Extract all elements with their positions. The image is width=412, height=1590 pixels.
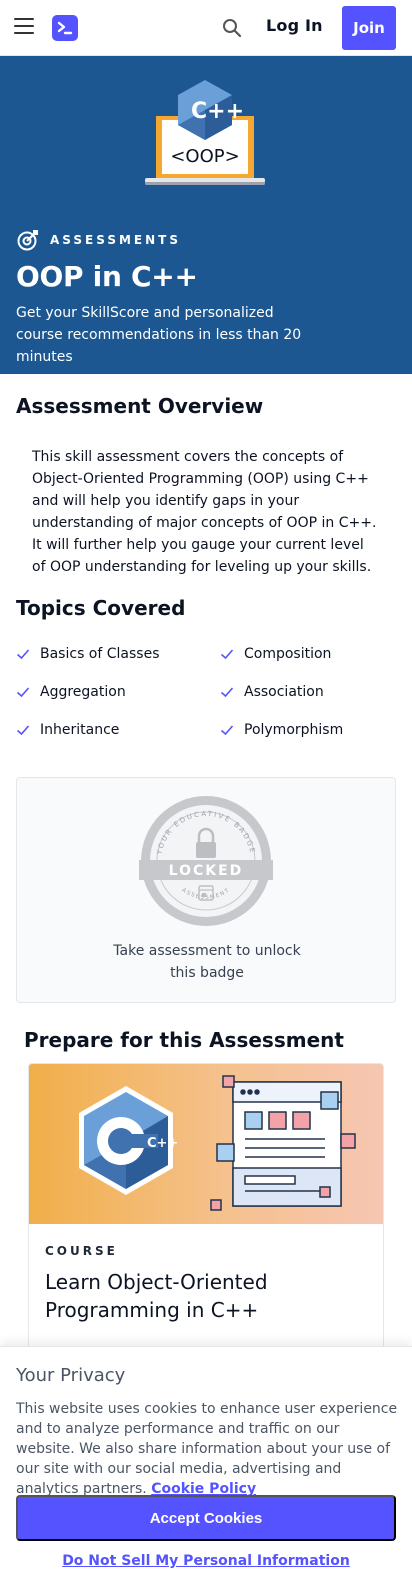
oop-illustration-label: <OOP>	[170, 146, 239, 167]
privacy-banner: Your Privacy This website uses cookies t…	[0, 1346, 412, 1590]
course-logo-text: C++	[147, 1136, 178, 1151]
oop-laptop-illustration: C++ <OOP>	[145, 80, 265, 185]
cpp-logo-text: C++	[191, 99, 244, 124]
assessments-tag: ASSESSMENTS	[16, 228, 181, 252]
privacy-text: This website uses cookies to enhance use…	[16, 1401, 398, 1497]
check-icon	[16, 649, 30, 660]
target-icon	[17, 230, 38, 251]
check-icon	[16, 725, 30, 736]
course-banner: C++	[29, 1064, 383, 1224]
locked-badge: YOUR EDUCATIVE BADGE ASSESSMENT LOCKED	[139, 796, 273, 926]
overview-heading: Assessment Overview	[16, 394, 264, 418]
accept-cookies-button[interactable]: Accept Cookies	[16, 1495, 396, 1541]
topic-item: Inheritance	[16, 722, 119, 738]
privacy-title: Your Privacy	[16, 1365, 126, 1386]
hero-banner: C++ <OOP> ASSESSMENTS OOP in C++ Get you…	[0, 56, 412, 374]
educative-logo[interactable]	[52, 15, 78, 41]
course-title[interactable]: Learn Object-Oriented Programming in C++	[45, 1268, 345, 1324]
check-icon	[16, 687, 30, 698]
topic-item: Association	[220, 684, 324, 700]
hero-subtitle: Get your SkillScore and personalized cou…	[16, 305, 302, 365]
search-icon[interactable]	[220, 16, 244, 40]
join-button[interactable]: Join	[342, 6, 396, 50]
course-kicker: COURSE	[45, 1244, 118, 1258]
cpp-hexagon-logo: C++	[79, 1086, 178, 1195]
topics-heading: Topics Covered	[16, 596, 186, 620]
prepare-heading: Prepare for this Assessment	[24, 1028, 344, 1052]
badge-card: YOUR EDUCATIVE BADGE ASSESSMENT LOCKED T…	[16, 777, 396, 1003]
topic-item: Basics of Classes	[16, 646, 160, 662]
page-title: OOP in C++	[16, 260, 198, 293]
course-card[interactable]: C++ COURSE Learn Object-Oriented Program…	[28, 1063, 384, 1363]
topic-item: Composition	[220, 646, 331, 662]
topic-item: Polymorphism	[220, 722, 343, 738]
badge-caption: Take assessment to unlock this badge	[113, 943, 301, 981]
menu-icon[interactable]	[14, 18, 34, 34]
check-icon	[220, 687, 234, 698]
login-link[interactable]: Log In	[266, 16, 323, 35]
topic-item: Aggregation	[16, 684, 126, 700]
ui-window-illustration	[210, 1075, 356, 1211]
assessments-label: ASSESSMENTS	[50, 233, 181, 247]
check-icon	[220, 725, 234, 736]
overview-text: This skill assessment covers the concept…	[32, 449, 377, 575]
check-icon	[220, 649, 234, 660]
badge-status: LOCKED	[169, 863, 244, 879]
top-navbar: Log In Join	[0, 0, 412, 56]
do-not-sell-link[interactable]: Do Not Sell My Personal Information	[0, 1553, 412, 1569]
